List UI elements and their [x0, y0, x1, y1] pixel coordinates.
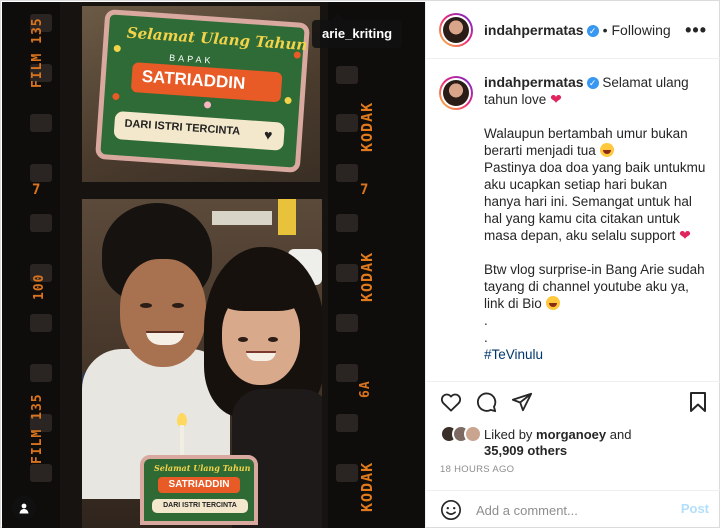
shelf-item — [278, 199, 296, 235]
heart-icon: ♥ — [263, 126, 273, 143]
film-strip-left: FILM 135 7 100 FILM 135 — [2, 2, 60, 528]
likes-prefix: Liked by — [484, 427, 533, 442]
verified-icon: ✓ — [586, 77, 599, 89]
film-number: 7 — [360, 182, 370, 198]
caption-cutoff: 1° — [484, 380, 706, 381]
comment-bar: Post — [426, 490, 720, 528]
instagram-post: FILM 135 7 100 FILM 135 KODAK KODAK 7 6A… — [0, 0, 720, 528]
separator: • — [602, 22, 608, 38]
woman-bangs — [218, 269, 304, 311]
caption-paragraph: Walaupun bertambah umur bukan berarti me… — [484, 126, 688, 158]
cake-name: SATRIADDIN — [141, 66, 246, 93]
bookmark-icon[interactable] — [686, 390, 710, 414]
post-sidebar: indahpermatas ✓ • Following ••• indahpermat… — [425, 2, 720, 528]
cake-title: Selamat Ulang Tahun — [126, 23, 308, 55]
emoji-icon[interactable] — [440, 499, 462, 526]
film-number: 100 — [32, 273, 47, 300]
hashtag-link[interactable]: #TeVinulu — [484, 347, 543, 362]
caption-username[interactable]: indahpermatas — [484, 74, 584, 90]
cake-title: Selamat Ulang Tahun — [154, 463, 251, 473]
red-heart-icon: ❤ — [679, 227, 691, 243]
grinning-emoji-icon — [599, 143, 614, 157]
caption-dot: . — [484, 330, 488, 345]
comment-icon[interactable] — [474, 390, 498, 414]
film-label-bottom: FILM 135 — [30, 393, 45, 464]
film-brand: KODAK — [358, 461, 376, 512]
share-icon[interactable] — [510, 390, 534, 414]
caption: indahpermatas ✓ Selamat ulang tahun love … — [484, 74, 706, 381]
post-timestamp[interactable]: 18 HOURS AGO — [440, 464, 514, 475]
verified-icon: ✓ — [586, 25, 599, 37]
caption-dot: . — [484, 313, 488, 328]
candle — [180, 425, 184, 457]
caption-paragraph: Pastinya doa doa yang baik untukmu aku u… — [484, 160, 706, 243]
film-label-top: FILM 135 — [30, 17, 45, 88]
post-header: indahpermatas ✓ • Following ••• — [426, 2, 720, 59]
man-face — [120, 259, 206, 367]
film-brand: KODAK — [358, 251, 376, 302]
film-number: 6A — [358, 380, 373, 398]
cake-from-band: DARI ISTRI TERCINTA ♥ — [113, 110, 285, 151]
header-username[interactable]: indahpermatas — [484, 22, 584, 38]
more-options-icon[interactable]: ••• — [685, 20, 707, 41]
film-number: 7 — [32, 182, 42, 198]
cake-from: DARI ISTRI TERCINTA — [124, 117, 241, 138]
likes-summary: Liked by morganoey and 35,909 others — [440, 425, 710, 461]
avatar[interactable] — [439, 13, 473, 47]
liker-avatars[interactable] — [440, 425, 486, 445]
birthday-cake-small: Selamat Ulang Tahun SATRIADDIN DARI ISTR… — [140, 455, 258, 525]
caption-area: indahpermatas ✓ Selamat ulang tahun love … — [426, 60, 720, 382]
caption-avatar[interactable] — [439, 76, 473, 110]
user-tags-icon[interactable] — [12, 496, 36, 520]
film-brand: KODAK — [358, 101, 376, 152]
caption-paragraph: Btw vlog surprise-in Bang Arie sudah tay… — [484, 262, 705, 311]
cake-from: DARI ISTRI TERCINTA — [152, 499, 248, 513]
photo-frame-cake: Selamat Ulang Tahun BAPAK SATRIADDIN DAR… — [82, 6, 320, 182]
following-button[interactable]: Following — [612, 22, 671, 38]
red-heart-icon: ❤ — [550, 91, 562, 107]
likes-text: Liked by morganoey and 35,909 others — [484, 427, 631, 459]
comment-input[interactable] — [476, 501, 666, 519]
birthday-cake: Selamat Ulang Tahun BAPAK SATRIADDIN DAR… — [95, 9, 310, 173]
photo-frame-couple: Selamat Ulang Tahun SATRIADDIN DARI ISTR… — [82, 199, 322, 528]
film-strip-right: KODAK KODAK 7 6A KODAK — [328, 2, 425, 528]
likes-count[interactable]: 35,909 others — [484, 443, 567, 458]
shelf-item — [212, 211, 272, 225]
cake-name-band: SATRIADDIN — [130, 62, 283, 103]
action-bar — [426, 384, 720, 420]
liker-username[interactable]: morganoey — [536, 427, 606, 442]
post-photo[interactable]: FILM 135 7 100 FILM 135 KODAK KODAK 7 6A… — [2, 2, 425, 528]
likes-conjunction: and — [609, 427, 632, 442]
grinning-emoji-icon — [545, 296, 560, 310]
user-tag[interactable]: arie_kriting — [312, 14, 403, 48]
cake-name: SATRIADDIN — [158, 477, 240, 493]
post-comment-button[interactable]: Post — [681, 501, 709, 516]
cake-subtitle: BAPAK — [168, 52, 214, 66]
like-heart-icon[interactable] — [439, 390, 463, 414]
